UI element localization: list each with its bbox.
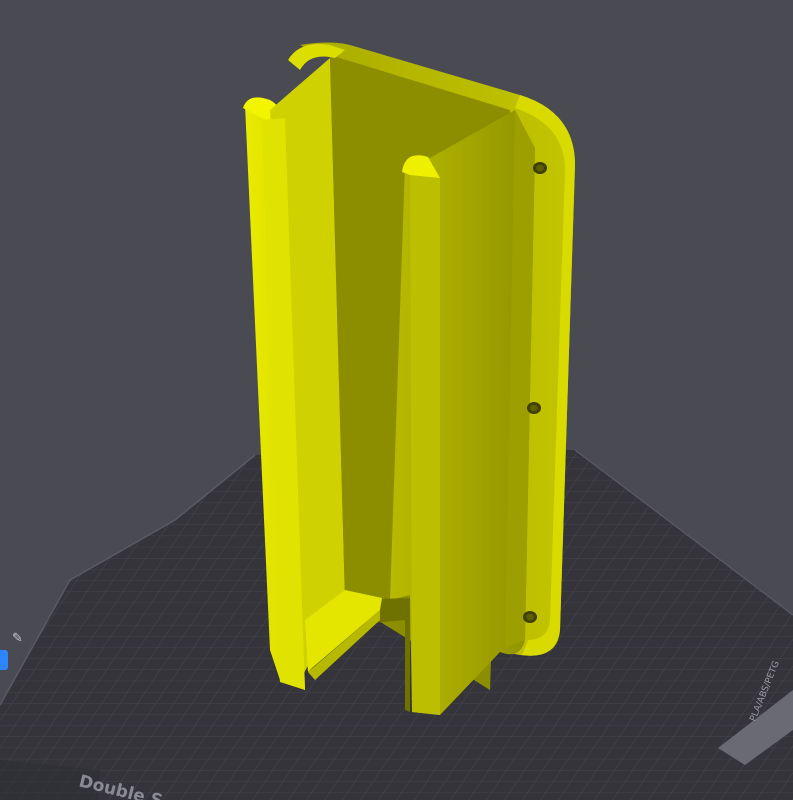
- scene-canvas[interactable]: Double S PLA/ABS/PETG: [0, 0, 793, 800]
- edit-pencil-icon[interactable]: ✎: [12, 632, 30, 646]
- model-wall-holder[interactable]: [243, 42, 575, 716]
- active-object-badge-icon[interactable]: [0, 650, 8, 670]
- left-toolbar-fragment: ✎: [0, 628, 40, 678]
- 3d-viewport[interactable]: Double S PLA/ABS/PETG ✎: [0, 0, 793, 800]
